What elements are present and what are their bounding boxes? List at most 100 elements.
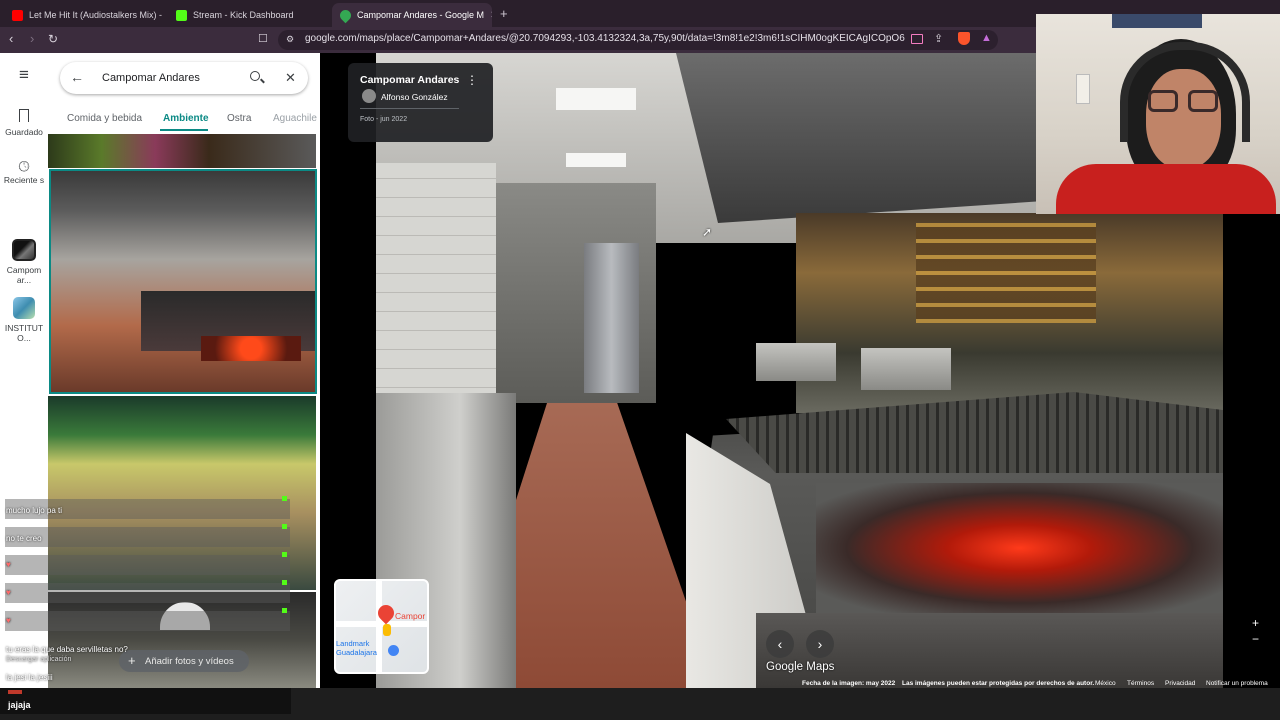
footer-terms[interactable]: Términos <box>1127 680 1154 687</box>
search-icon-handle <box>260 78 265 84</box>
history-icon: 🕓︎ <box>18 158 30 174</box>
ceiling-light <box>566 153 626 167</box>
chat-emote-icon: ♥ <box>6 588 11 597</box>
chip-ambiente[interactable]: Ambiente <box>163 113 209 124</box>
brave-shield-icon[interactable] <box>958 32 970 45</box>
back-arrow-icon[interactable]: ← <box>70 69 84 85</box>
chip-comida-y-bebida[interactable]: Comida y bebida <box>67 113 142 124</box>
active-chip-underline <box>160 129 208 131</box>
red-shirt <box>1056 164 1276 214</box>
steel-pan <box>861 348 951 390</box>
url-text: google.com/maps/place/Campomar+Andares/@… <box>305 33 905 44</box>
tab-kick[interactable]: Stream - Kick Dashboard <box>168 3 328 27</box>
saved-label: Guardado <box>5 127 43 137</box>
chip-ostra[interactable]: Ostra <box>227 113 251 124</box>
recent-place-campomar[interactable]: Campom ar... <box>0 239 48 285</box>
bookmark-icon[interactable]: ☐ <box>258 32 268 45</box>
author-avatar <box>362 89 376 103</box>
previous-photo-button[interactable]: ‹ <box>766 630 794 658</box>
close-tab-icon[interactable]: ✕ <box>490 10 492 21</box>
image-date: Fecha de la imagen: may 2022 <box>802 680 896 687</box>
photo-thumbnail[interactable] <box>48 134 316 168</box>
zoom-out-button[interactable]: − <box>1252 632 1259 646</box>
footer-privacy[interactable]: Privacidad <box>1165 680 1195 687</box>
recent-button[interactable]: 🕓︎ Reciente s <box>0 158 48 185</box>
wall-poster <box>1112 14 1202 28</box>
place-thumbnail <box>12 239 36 261</box>
plus-icon: + <box>128 653 136 668</box>
more-options-icon[interactable]: ⋮ <box>466 73 478 87</box>
place-title[interactable]: Campomar Andares <box>360 74 459 86</box>
divider <box>360 108 459 109</box>
chat-row <box>5 527 290 547</box>
place-label: Campom ar... <box>6 265 42 285</box>
add-photos-button[interactable]: + Añadir fotos y vídeos <box>119 650 249 672</box>
photo-author[interactable]: Alfonso González <box>381 92 448 102</box>
kick-badge-icon <box>282 580 287 585</box>
cast-icon[interactable] <box>911 34 923 44</box>
back-icon[interactable]: ‹ <box>9 31 13 46</box>
kick-badge-icon <box>282 608 287 613</box>
chat-message: tu eras la que daba servilletas no? <box>6 645 128 654</box>
bookmark-icon <box>19 109 29 122</box>
steel-pan <box>756 343 836 381</box>
kick-icon <box>176 9 187 21</box>
forward-icon[interactable]: › <box>30 31 34 46</box>
photo-thumbnail[interactable] <box>48 592 316 688</box>
kick-badge-icon <box>282 552 287 557</box>
kick-badge-icon <box>282 524 287 529</box>
tab-google-maps[interactable]: Campomar Andares - Google M ✕ <box>332 3 492 27</box>
user-badge-icon <box>8 690 22 694</box>
chat-row <box>5 583 290 603</box>
mouse-cursor-icon: ➚ <box>702 225 713 239</box>
menu-icon[interactable]: ≡ <box>0 66 48 83</box>
copyright-notice: Las imágenes pueden estar protegidas por… <box>902 680 1095 687</box>
chat-message: la jesi la jesiii <box>6 673 53 682</box>
chat-row <box>5 611 290 631</box>
photo-info-card: Campomar Andares ⋮ Alfonso González Foto… <box>348 63 493 142</box>
chat-message: mucho lujo pa ti <box>6 506 63 515</box>
chat-row <box>5 555 290 575</box>
minimap[interactable]: Campor Landmark Guadalajara <box>334 579 429 674</box>
new-tab-button[interactable]: + <box>500 6 508 21</box>
saved-button[interactable]: Guardado <box>0 109 48 137</box>
maps-pin-icon <box>337 7 354 23</box>
brave-rewards-icon[interactable]: ▲ <box>981 32 992 44</box>
footer-country[interactable]: México <box>1095 680 1116 687</box>
minimap-landmark-label: Landmark Guadalajara <box>336 639 377 657</box>
site-settings-icon[interactable]: ⚙ <box>286 34 294 45</box>
place-thumbnail <box>13 297 35 319</box>
search-box[interactable]: ← Campomar Andares ✕ <box>60 62 308 94</box>
pegman-icon <box>383 624 391 636</box>
light-switch <box>1076 74 1090 104</box>
clear-icon[interactable]: ✕ <box>285 70 296 86</box>
photo-thumbnail-selected[interactable] <box>49 169 317 394</box>
search-icon[interactable] <box>250 71 260 81</box>
chip-aguachile[interactable]: Aguachile <box>273 113 317 124</box>
chat-message: jajaja <box>8 700 31 710</box>
chat-emote-icon: ♥ <box>6 616 11 625</box>
extractor-hood <box>676 53 1096 223</box>
tab-youtube[interactable]: Let Me Hit It (Audiostalkers Mix) - Yo <box>4 3 164 27</box>
next-photo-button[interactable]: › <box>806 630 834 658</box>
youtube-icon <box>12 9 23 21</box>
recent-label: Reciente s <box>3 175 45 185</box>
landmark-icon <box>388 645 399 656</box>
chat-message: no te creo <box>6 534 42 543</box>
refrigerator <box>584 243 639 393</box>
road <box>376 581 382 672</box>
footer-report[interactable]: Notificar un problema <box>1206 680 1268 687</box>
coals-shape <box>201 336 301 361</box>
zoom-in-button[interactable]: + <box>1252 616 1259 630</box>
recent-place-instituto[interactable]: INSTITUT O... <box>0 297 48 343</box>
place-label: INSTITUT O... <box>4 323 44 343</box>
kick-badge-icon <box>282 496 287 501</box>
headset <box>1120 42 1250 142</box>
tab-title: Let Me Hit It (Audiostalkers Mix) - Yo <box>29 10 164 20</box>
tab-title: Stream - Kick Dashboard <box>193 10 294 20</box>
share-icon[interactable]: ⇪ <box>934 32 943 45</box>
reload-icon[interactable]: ↻ <box>48 32 58 46</box>
download-app-text: Descargar aplicación <box>6 656 72 663</box>
search-input[interactable]: Campomar Andares <box>102 72 200 84</box>
photo-date: Foto - jun 2022 <box>360 116 408 123</box>
